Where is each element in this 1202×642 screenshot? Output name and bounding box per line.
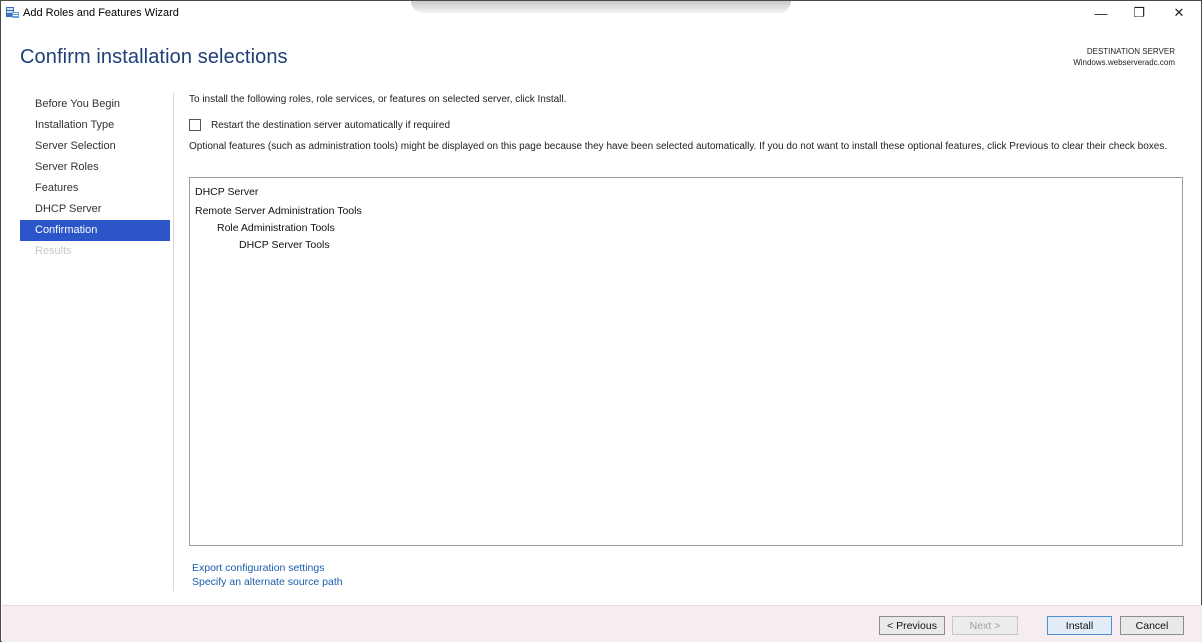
nav-item-installation-type[interactable]: Installation Type bbox=[20, 115, 170, 136]
restart-checkbox[interactable] bbox=[189, 119, 201, 131]
destination-server-name: Windows.webserveradc.com bbox=[1073, 58, 1175, 67]
optional-features-note: Optional features (such as administratio… bbox=[189, 141, 1168, 152]
intro-text: To install the following roles, role ser… bbox=[189, 94, 567, 105]
wizard-footer: < Previous Next > Install Cancel bbox=[2, 605, 1202, 642]
wizard-window: Add Roles and Features Wizard — ❐ ✕ Conf… bbox=[0, 0, 1202, 642]
title-bar: Add Roles and Features Wizard — ❐ ✕ bbox=[1, 1, 1201, 25]
restore-icon: ❐ bbox=[1133, 5, 1145, 20]
restart-option[interactable]: Restart the destination server automatic… bbox=[189, 119, 450, 131]
nav-item-server-selection[interactable]: Server Selection bbox=[20, 136, 170, 157]
list-item: DHCP Server bbox=[195, 186, 259, 198]
next-button: Next > bbox=[952, 616, 1018, 635]
export-config-link[interactable]: Export configuration settings bbox=[192, 562, 325, 574]
minimize-button[interactable]: — bbox=[1083, 1, 1119, 25]
page-title: Confirm installation selections bbox=[20, 46, 288, 68]
restart-label: Restart the destination server automatic… bbox=[211, 119, 451, 131]
close-button[interactable]: ✕ bbox=[1161, 1, 1197, 25]
close-icon: ✕ bbox=[1173, 5, 1185, 20]
previous-button[interactable]: < Previous bbox=[879, 616, 945, 635]
destination-server-label: DESTINATION SERVER bbox=[1086, 47, 1175, 56]
selections-list: DHCP Server Remote Server Administration… bbox=[189, 177, 1183, 546]
install-button[interactable]: Install bbox=[1047, 616, 1112, 635]
nav-item-before-you-begin[interactable]: Before You Begin bbox=[20, 94, 170, 115]
list-item: DHCP Server Tools bbox=[239, 239, 330, 251]
alternate-source-link[interactable]: Specify an alternate source path bbox=[192, 576, 343, 588]
nav-item-confirmation[interactable]: Confirmation bbox=[20, 220, 170, 241]
nav-divider bbox=[173, 93, 174, 591]
decorative-shadow bbox=[411, 1, 791, 13]
server-manager-icon bbox=[6, 6, 19, 18]
window-title: Add Roles and Features Wizard bbox=[23, 7, 179, 19]
nav-item-features[interactable]: Features bbox=[20, 178, 170, 199]
list-item: Remote Server Administration Tools bbox=[195, 205, 362, 217]
minimize-icon: — bbox=[1094, 5, 1108, 21]
wizard-steps-nav: Before You Begin Installation Type Serve… bbox=[20, 94, 170, 262]
nav-item-server-roles[interactable]: Server Roles bbox=[20, 157, 170, 178]
restore-button[interactable]: ❐ bbox=[1121, 1, 1157, 25]
nav-item-results: Results bbox=[35, 245, 72, 257]
list-item: Role Administration Tools bbox=[217, 222, 335, 234]
cancel-button[interactable]: Cancel bbox=[1120, 616, 1184, 635]
nav-item-dhcp-server[interactable]: DHCP Server bbox=[20, 199, 170, 220]
